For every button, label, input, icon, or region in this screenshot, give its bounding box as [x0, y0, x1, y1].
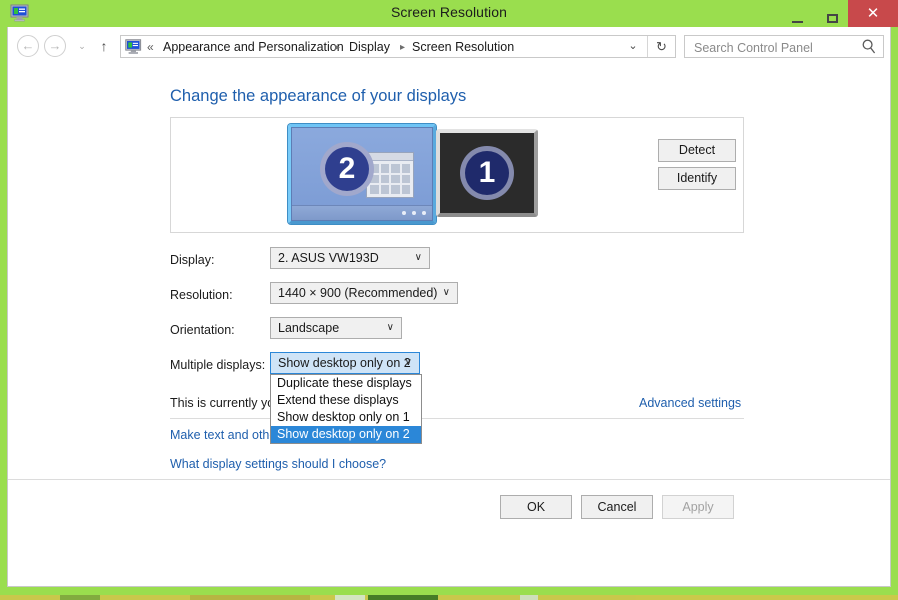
- identify-button[interactable]: Identify: [658, 167, 736, 190]
- multiple-displays-label: Multiple displays:: [170, 358, 266, 372]
- taskbar-item: [368, 595, 438, 600]
- content-pane: Change the appearance of your displays 2…: [7, 65, 891, 587]
- orientation-select-value: Landscape: [278, 321, 340, 335]
- close-icon: ✕: [866, 5, 880, 22]
- display-preview-panel: 2 1 Detect Identify: [170, 117, 744, 233]
- monitor-2-number-badge: 2: [320, 142, 374, 196]
- make-text-larger-link[interactable]: Make text and other: [170, 428, 280, 442]
- minimize-icon: [792, 20, 803, 23]
- taskbar-item: [520, 595, 538, 600]
- monitor-2-screen: 2: [291, 127, 433, 221]
- chevron-down-icon: ∨: [442, 287, 450, 298]
- multiple-displays-select-value: Show desktop only on 2: [278, 356, 411, 370]
- window-thumbnail-titlebar: [367, 153, 413, 161]
- monitor-1-number: 1: [478, 156, 496, 189]
- chevron-down-icon: ∨: [404, 357, 412, 368]
- resolution-select-value: 1440 × 900 (Recommended): [278, 286, 438, 300]
- grid-cell: [401, 185, 410, 194]
- display-select-value: 2. ASUS VW193D: [278, 251, 379, 265]
- ok-button[interactable]: OK: [500, 495, 572, 519]
- grid-cell: [391, 164, 400, 173]
- orientation-label: Orientation:: [170, 323, 235, 337]
- multiple-displays-select[interactable]: Show desktop only on 2 ∨: [270, 352, 420, 374]
- grid-cell: [380, 185, 389, 194]
- taskbar-item: [60, 595, 100, 600]
- window-titlebar: Screen Resolution ✕: [0, 0, 898, 27]
- cancel-button[interactable]: Cancel: [581, 495, 653, 519]
- monitor-2-number: 2: [338, 152, 356, 185]
- dropdown-option-extend[interactable]: Extend these displays: [271, 392, 421, 409]
- footer-divider: [8, 479, 890, 480]
- resolution-label: Resolution:: [170, 288, 233, 302]
- display-label: Display:: [170, 253, 215, 267]
- dropdown-option-duplicate[interactable]: Duplicate these displays: [271, 375, 421, 392]
- orientation-select[interactable]: Landscape ∨: [270, 317, 402, 339]
- apply-button: Apply: [662, 495, 734, 519]
- breadcrumb-separator-icon: ▸: [400, 42, 406, 53]
- breadcrumb-item-appearance[interactable]: Appearance and Personalization: [163, 37, 344, 58]
- chevron-down-icon: ∨: [414, 252, 422, 263]
- grid-cell: [391, 185, 400, 194]
- screen-resolution-window: Screen Resolution ✕ ← → ⌄ ↑ « Appearance…: [0, 0, 898, 594]
- what-display-settings-link[interactable]: What display settings should I choose?: [170, 457, 386, 471]
- section-divider: [170, 418, 744, 419]
- monitor-preview-2[interactable]: 2: [288, 124, 436, 224]
- strip-dot-icon: [402, 211, 406, 215]
- maximize-button[interactable]: [817, 0, 848, 27]
- multiple-displays-dropdown-list[interactable]: Duplicate these displays Extend these di…: [270, 374, 422, 444]
- close-button[interactable]: ✕: [848, 0, 898, 27]
- breadcrumb-item-screen-resolution[interactable]: Screen Resolution: [412, 37, 514, 58]
- strip-dot-icon: [422, 211, 426, 215]
- recent-locations-button[interactable]: ⌄: [74, 35, 90, 57]
- detect-button[interactable]: Detect: [658, 139, 736, 162]
- minimize-button[interactable]: [782, 0, 813, 27]
- forward-arrow-icon: →: [48, 38, 62, 53]
- taskbar-item: [190, 595, 310, 600]
- up-button[interactable]: ↑: [94, 35, 114, 57]
- taskbar: [0, 595, 898, 600]
- forward-button[interactable]: →: [44, 35, 66, 57]
- resolution-select[interactable]: 1440 × 900 (Recommended) ∨: [270, 282, 458, 304]
- back-arrow-icon: ←: [21, 38, 35, 53]
- window-title: Screen Resolution: [390, 4, 508, 20]
- search-icon: [861, 38, 877, 55]
- search-input[interactable]: [692, 36, 856, 59]
- monitor-1-number-badge: 1: [460, 146, 514, 200]
- address-bar[interactable]: « Appearance and Personalization ▸ Displ…: [120, 35, 676, 58]
- display-select[interactable]: 2. ASUS VW193D ∨: [270, 247, 430, 269]
- window-thumbnail-grid: [370, 164, 410, 194]
- strip-dot-icon: [412, 211, 416, 215]
- grid-cell: [370, 185, 379, 194]
- chevron-down-icon[interactable]: ⌄: [623, 36, 643, 57]
- monitor-2-taskbar-strip: [292, 205, 432, 220]
- grid-cell: [380, 174, 389, 184]
- taskbar-item: [335, 595, 365, 600]
- dropdown-option-only-on-2[interactable]: Show desktop only on 2: [271, 426, 421, 443]
- search-box[interactable]: [684, 35, 884, 59]
- monitor-preview-1[interactable]: 1: [436, 129, 538, 217]
- refresh-icon[interactable]: ↻: [647, 36, 675, 57]
- grid-cell: [380, 164, 389, 173]
- grid-cell: [391, 174, 400, 184]
- dropdown-option-only-on-1[interactable]: Show desktop only on 1: [271, 409, 421, 426]
- breadcrumb-overflow-icon[interactable]: «: [147, 37, 154, 58]
- chevron-down-icon: ∨: [386, 322, 394, 333]
- desktop-background: Screen Resolution ✕ ← → ⌄ ↑ « Appearance…: [0, 0, 898, 600]
- back-button[interactable]: ←: [17, 35, 39, 57]
- maximize-icon: [827, 13, 838, 23]
- breadcrumb-item-display[interactable]: Display: [349, 37, 390, 58]
- grid-cell: [401, 164, 410, 173]
- navigation-bar: ← → ⌄ ↑ « Appearance and Personalization…: [7, 27, 891, 65]
- display-monitor-icon: [125, 39, 142, 55]
- grid-cell: [401, 174, 410, 184]
- currently-main-display-text: This is currently you: [170, 396, 282, 410]
- advanced-settings-link[interactable]: Advanced settings: [639, 396, 741, 410]
- page-title: Change the appearance of your displays: [170, 87, 467, 105]
- breadcrumb-separator-icon: ▸: [335, 42, 341, 53]
